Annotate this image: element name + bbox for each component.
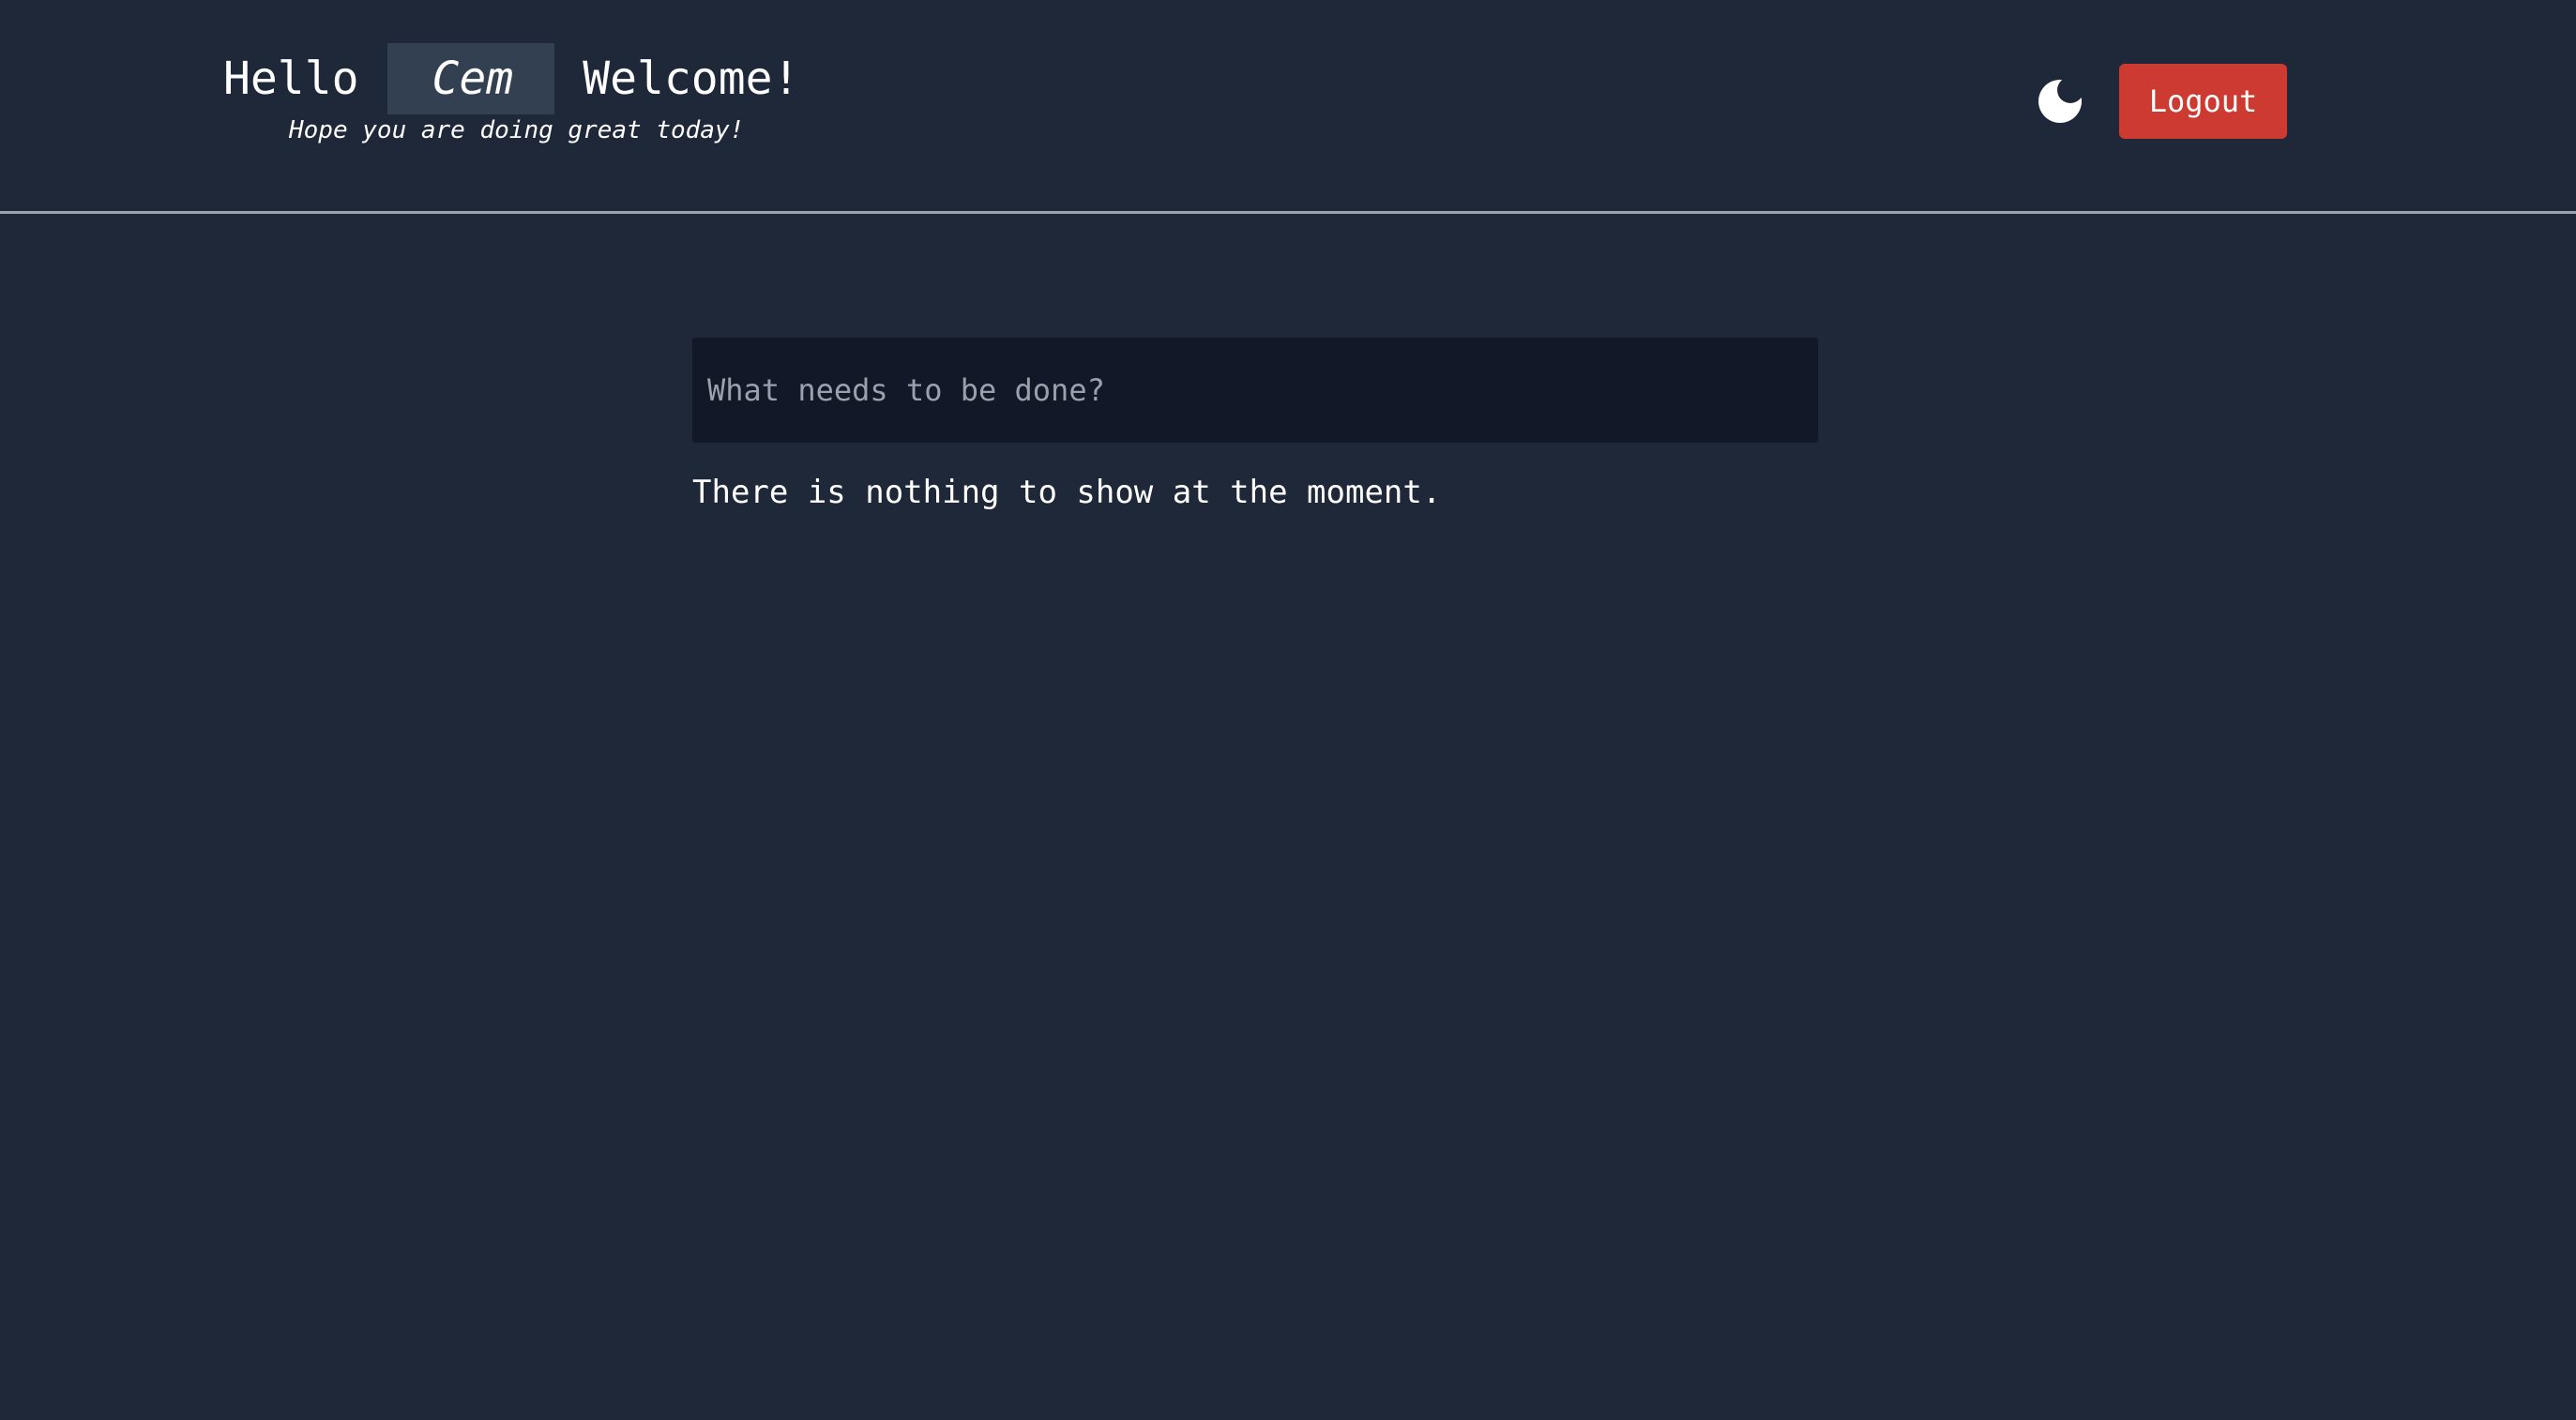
hello-text: Hello <box>223 53 359 105</box>
moon-icon[interactable] <box>2038 77 2084 124</box>
greeting: Hello Cem Welcome! <box>223 43 799 114</box>
empty-state-message: There is nothing to show at the moment. <box>692 474 1442 511</box>
todo-input[interactable] <box>692 338 1818 443</box>
app-header: Hello Cem Welcome! Hope you are doing gr… <box>0 0 2576 214</box>
welcome-text: Welcome! <box>583 53 800 105</box>
greeting-subtitle: Hope you are doing great today! <box>289 116 745 144</box>
logout-button[interactable]: Logout <box>2119 64 2287 139</box>
user-name: Cem <box>386 43 555 114</box>
